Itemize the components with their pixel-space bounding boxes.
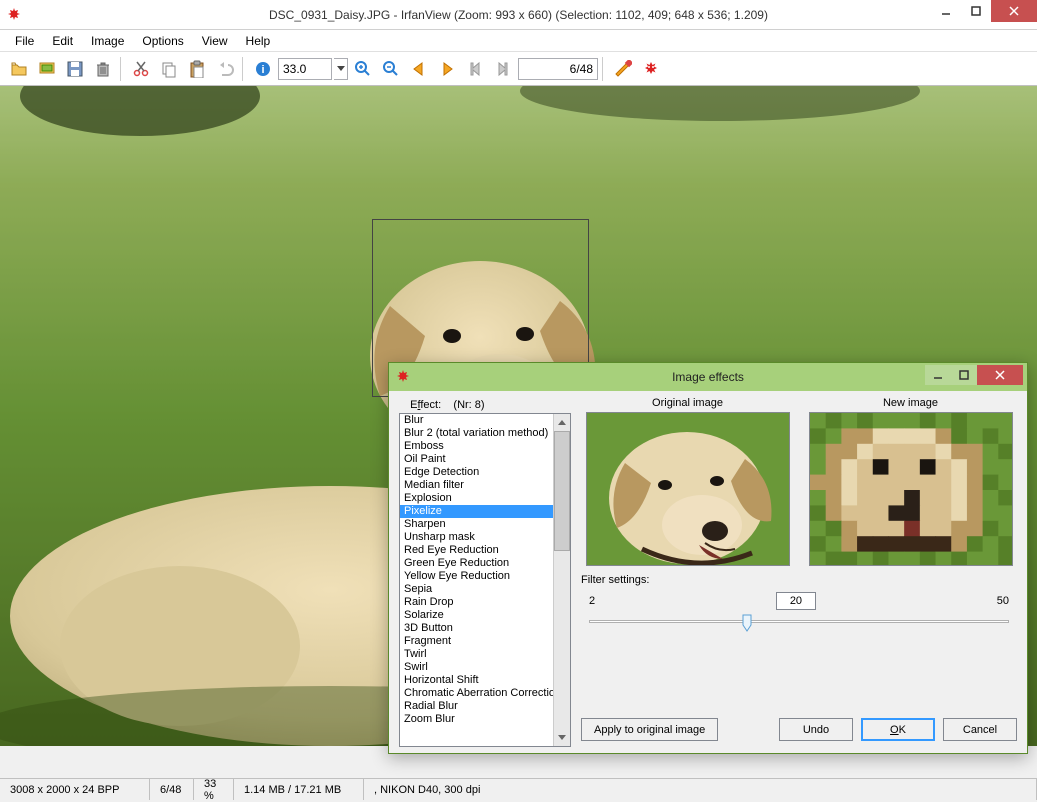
effect-scrollbar[interactable] [553,414,570,746]
slider-value-input[interactable] [776,592,816,610]
maximize-button[interactable] [961,0,991,22]
window-titlebar: DSC_0931_Daisy.JPG - IrfanView (Zoom: 99… [0,0,1037,30]
scroll-down-icon[interactable] [554,729,570,746]
effect-item[interactable]: Swirl [400,661,553,674]
slider-min: 2 [589,595,595,607]
effect-item[interactable]: Edge Detection [400,466,553,479]
filter-settings-label: Filter settings: [581,574,1017,586]
slider-thumb[interactable] [742,614,752,632]
menu-view[interactable]: View [193,31,237,51]
status-page: 6/48 [150,779,194,800]
effect-item[interactable]: Emboss [400,440,553,453]
effect-item[interactable]: Median filter [400,479,553,492]
menu-help[interactable]: Help [237,31,280,51]
paste-icon[interactable] [184,56,210,82]
menu-bar: File Edit Image Options View Help [0,30,1037,52]
zoom-out-icon[interactable] [378,56,404,82]
delete-icon[interactable] [90,56,116,82]
dialog-titlebar[interactable]: Image effects [389,363,1027,391]
dialog-minimize-button[interactable] [925,365,951,385]
effect-item[interactable]: Green Eye Reduction [400,557,553,570]
effect-item[interactable]: Explosion [400,492,553,505]
info-icon[interactable]: i [250,56,276,82]
menu-file[interactable]: File [6,31,43,51]
cut-icon[interactable] [128,56,154,82]
effect-item[interactable]: Blur [400,414,553,427]
slider-track[interactable] [581,620,1017,640]
page-input[interactable] [518,58,598,80]
undo-icon[interactable] [212,56,238,82]
ok-button[interactable]: OK [861,718,935,741]
effect-item[interactable]: Blur 2 (total variation method) [400,427,553,440]
image-effects-dialog: Image effects Effect: (Nr: 8) BlurBlur 2… [388,362,1028,754]
status-zoom: 33 % [194,779,234,800]
toolbar: i [0,52,1037,86]
slider-max: 50 [997,595,1009,607]
effect-listbox[interactable]: BlurBlur 2 (total variation method)Embos… [399,413,571,747]
effect-item[interactable]: Chromatic Aberration Correction [400,687,553,700]
cancel-button[interactable]: Cancel [943,718,1017,741]
effect-item[interactable]: Radial Blur [400,700,553,713]
save-icon[interactable] [62,56,88,82]
status-dimensions: 3008 x 2000 x 24 BPP [0,779,150,800]
menu-options[interactable]: Options [133,31,192,51]
effect-item[interactable]: Sepia [400,583,553,596]
undo-button[interactable]: Undo [779,718,853,741]
scroll-up-icon[interactable] [554,414,570,431]
new-preview [809,412,1013,566]
original-image-label: Original image [652,397,723,409]
zoom-dropdown-icon[interactable] [334,58,348,80]
about-icon[interactable] [638,56,664,82]
zoom-input[interactable] [278,58,332,80]
next-image-icon[interactable] [434,56,460,82]
effect-label: Effect: (Nr: 8) [399,397,571,413]
settings-icon[interactable] [610,56,636,82]
effect-item[interactable]: Yellow Eye Reduction [400,570,553,583]
app-icon [395,369,411,385]
new-image-label: New image [883,397,938,409]
close-button[interactable] [991,0,1037,22]
status-camera: , NIKON D40, 300 dpi [364,779,1037,800]
scroll-thumb[interactable] [554,431,570,551]
svg-text:i: i [261,64,264,76]
toolbar-separator [602,57,606,81]
minimize-button[interactable] [931,0,961,22]
window-controls [931,0,1037,22]
effect-item[interactable]: Zoom Blur [400,713,553,726]
original-preview [586,412,790,566]
window-title: DSC_0931_Daisy.JPG - IrfanView (Zoom: 99… [0,8,1037,22]
app-icon [6,7,22,23]
effect-item[interactable]: Oil Paint [400,453,553,466]
menu-edit[interactable]: Edit [43,31,82,51]
last-image-icon[interactable] [490,56,516,82]
effect-item[interactable]: Fragment [400,635,553,648]
status-bar: 3008 x 2000 x 24 BPP 6/48 33 % 1.14 MB /… [0,778,1037,800]
dialog-close-button[interactable] [977,365,1023,385]
effect-item[interactable]: Rain Drop [400,596,553,609]
effect-item[interactable]: Pixelize [400,505,553,518]
effect-item[interactable]: Unsharp mask [400,531,553,544]
copy-icon[interactable] [156,56,182,82]
open-icon[interactable] [6,56,32,82]
effect-item[interactable]: 3D Button [400,622,553,635]
effect-item[interactable]: Twirl [400,648,553,661]
first-image-icon[interactable] [462,56,488,82]
apply-button[interactable]: Apply to original image [581,718,718,741]
effect-item[interactable]: Red Eye Reduction [400,544,553,557]
slideshow-icon[interactable] [34,56,60,82]
effect-item[interactable]: Solarize [400,609,553,622]
effect-item[interactable]: Horizontal Shift [400,674,553,687]
prev-image-icon[interactable] [406,56,432,82]
toolbar-separator [242,57,246,81]
toolbar-separator [120,57,124,81]
dialog-maximize-button[interactable] [951,365,977,385]
effect-item[interactable]: Sharpen [400,518,553,531]
status-size: 1.14 MB / 17.21 MB [234,779,364,800]
zoom-in-icon[interactable] [350,56,376,82]
menu-image[interactable]: Image [82,31,133,51]
